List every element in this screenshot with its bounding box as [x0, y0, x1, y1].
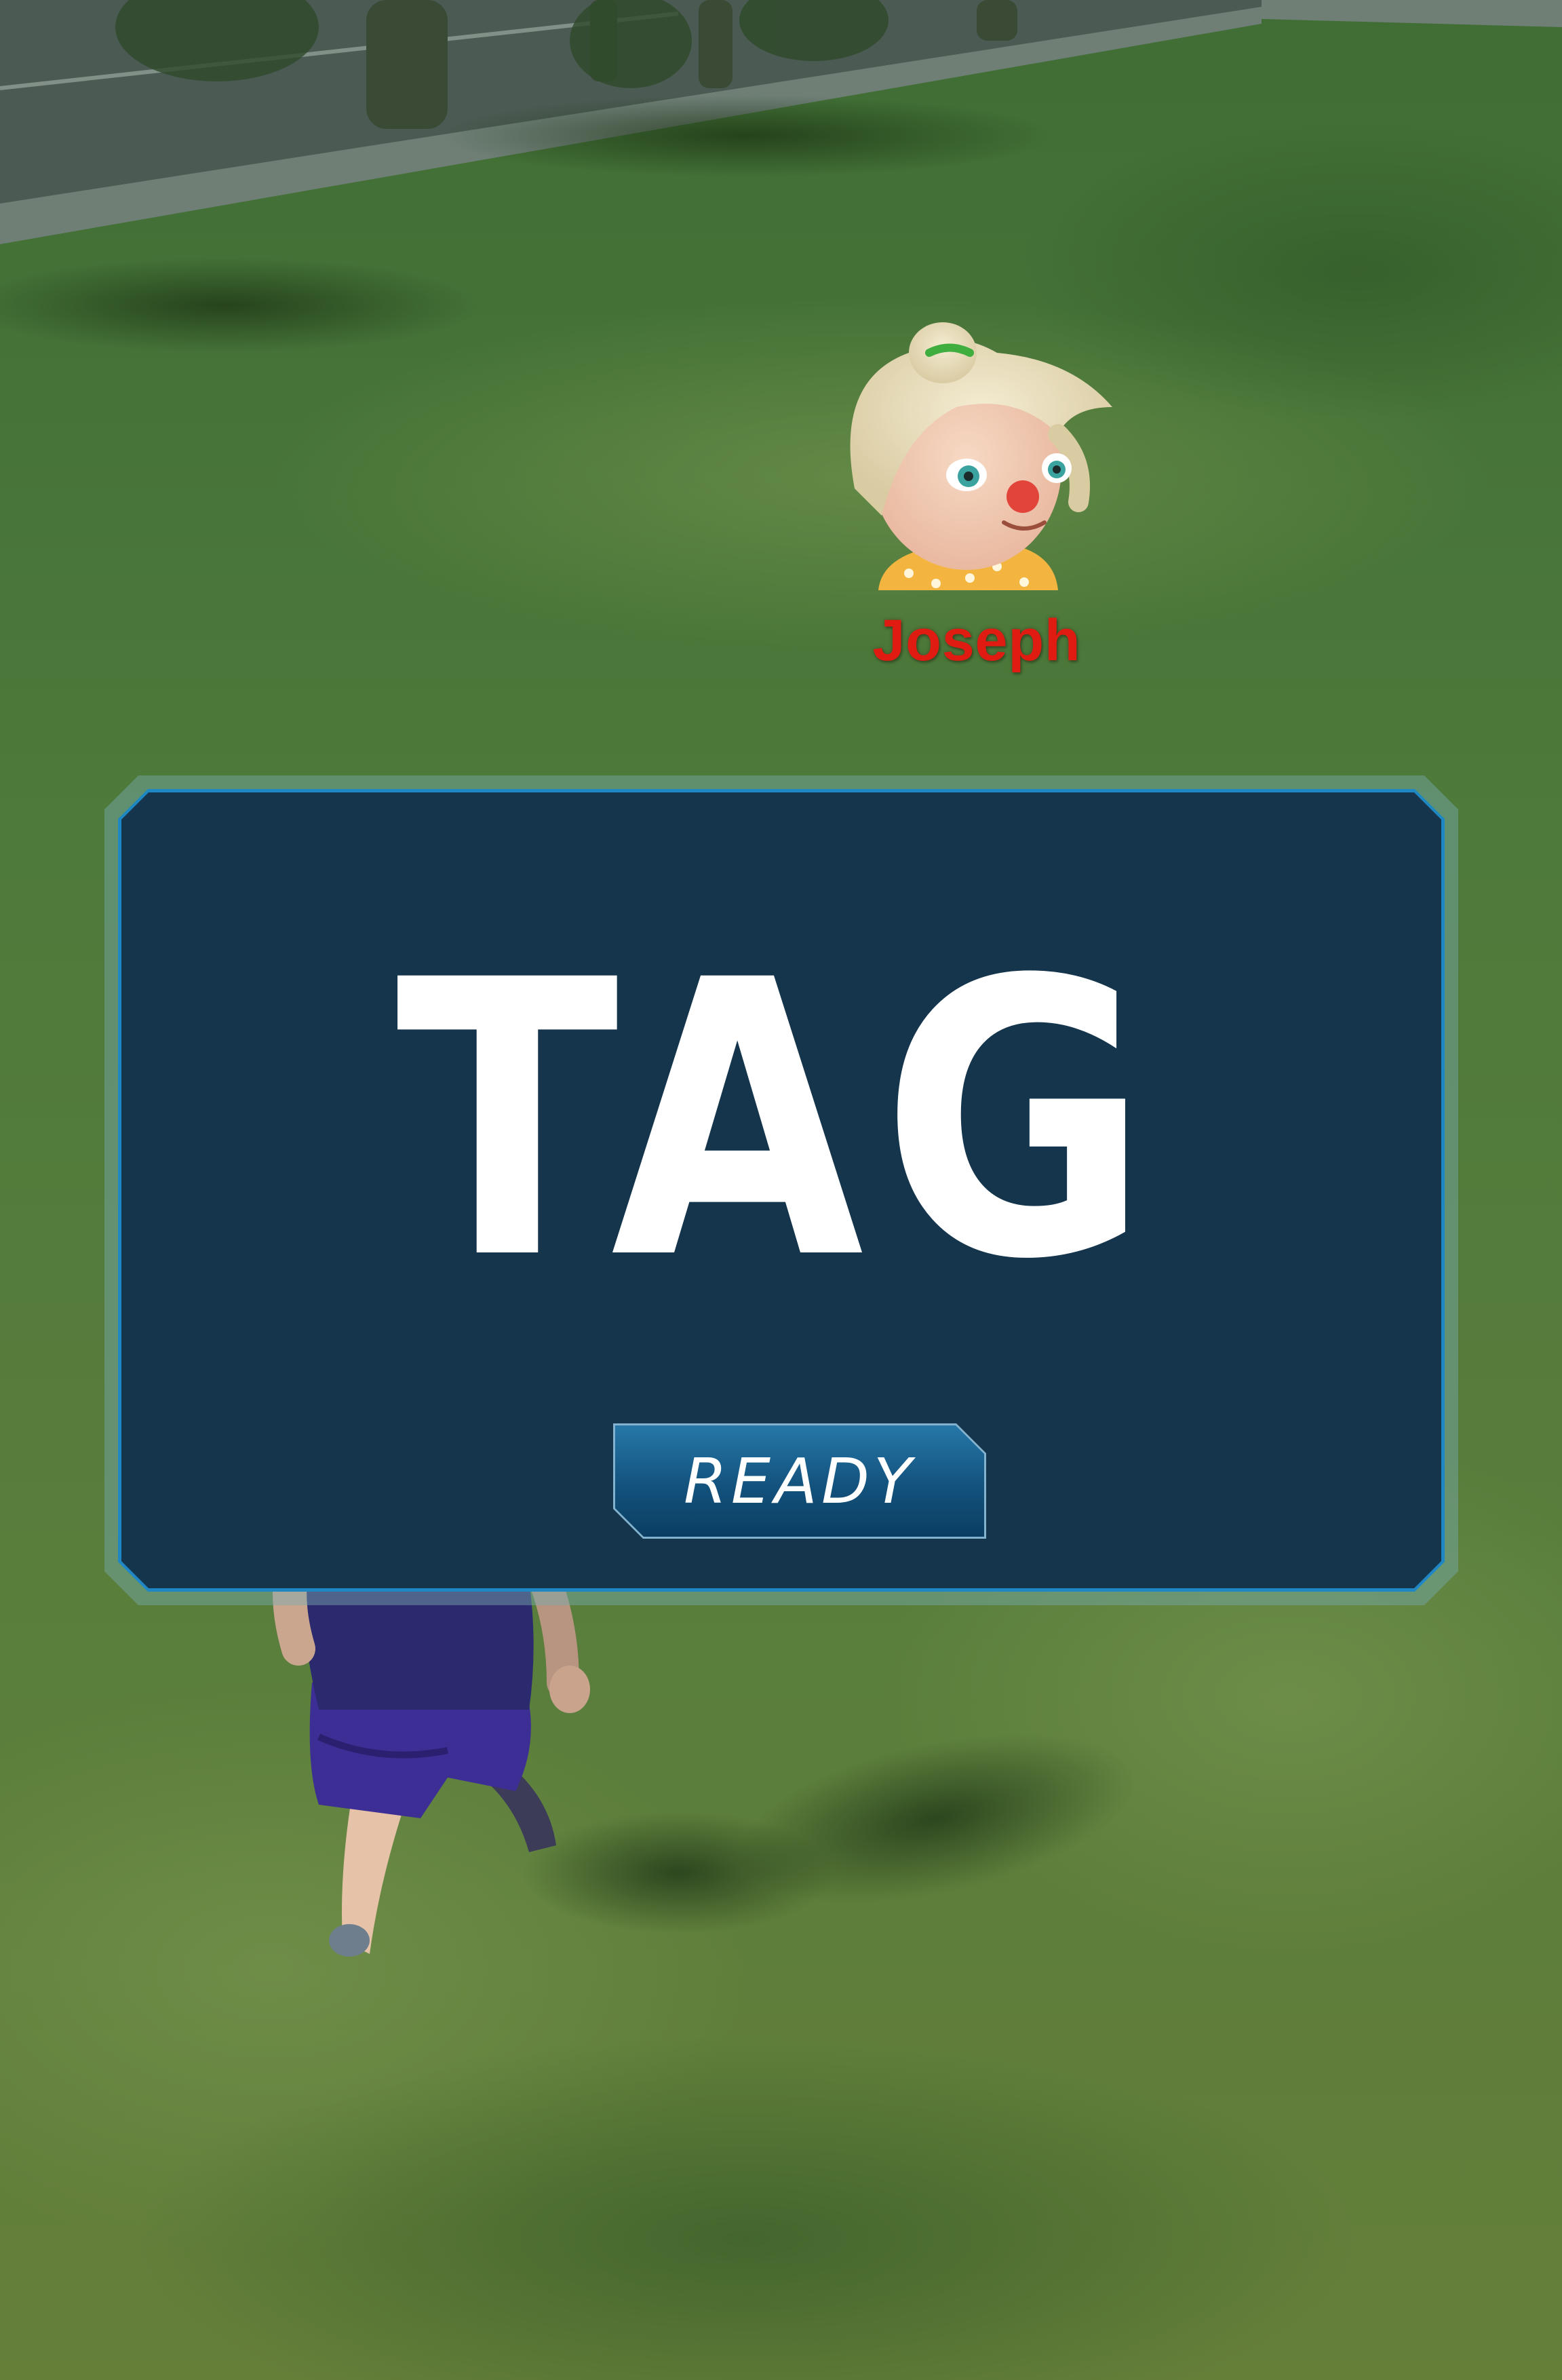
game-mode-title: TAG [395, 900, 1167, 1343]
panel-border: TAG READY [118, 789, 1445, 1592]
ready-button[interactable]: READY [613, 1423, 986, 1539]
panel-body: TAG READY [121, 792, 1441, 1588]
game-scene: Joseph TAG READY [0, 0, 1562, 2380]
game-mode-panel: TAG READY [104, 775, 1458, 1605]
ready-button-label: READY [683, 1444, 916, 1518]
npc-name-label: Joseph [872, 608, 1081, 673]
